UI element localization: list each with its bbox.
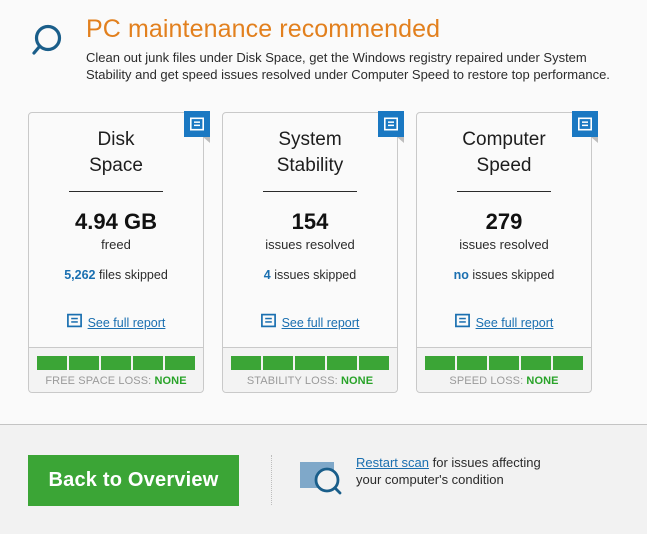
card-skipped-line: 4 issues skipped bbox=[235, 267, 385, 283]
back-to-overview-button[interactable]: Back to Overview bbox=[28, 455, 239, 506]
loss-status: FREE SPACE LOSS: NONE bbox=[37, 375, 195, 387]
report-badge-icon[interactable] bbox=[572, 111, 598, 143]
loss-status: SPEED LOSS: NONE bbox=[425, 375, 583, 387]
card-metric-sublabel: freed bbox=[101, 237, 131, 252]
card-footer: STABILITY LOSS: NONE bbox=[223, 347, 397, 392]
card-metric: 279 bbox=[485, 209, 523, 234]
see-full-report-link[interactable]: See full report bbox=[282, 316, 360, 330]
loss-status-value: NONE bbox=[154, 375, 187, 387]
card-skipped-value: 5,262 bbox=[64, 268, 96, 282]
card-body: Disk Space 4.94 GB freed 5,262 files ski… bbox=[29, 113, 203, 347]
header-text-block: PC maintenance recommended Clean out jun… bbox=[86, 14, 626, 83]
card-skipped-line: no issues skipped bbox=[429, 267, 579, 283]
card-footer: FREE SPACE LOSS: NONE bbox=[29, 347, 203, 392]
card-body: Computer Speed 279 issues resolved no is… bbox=[417, 113, 591, 347]
meter-segment bbox=[133, 356, 163, 370]
card-metric-sublabel: issues resolved bbox=[265, 237, 355, 252]
page-title: PC maintenance recommended bbox=[86, 15, 441, 43]
meter-segment bbox=[165, 356, 195, 370]
card-divider bbox=[263, 191, 357, 192]
vertical-divider bbox=[271, 455, 273, 505]
result-cards: Disk Space 4.94 GB freed 5,262 files ski… bbox=[28, 111, 620, 393]
loss-meter bbox=[231, 356, 389, 370]
loss-status-value: NONE bbox=[526, 375, 559, 387]
loss-status-label: STABILITY LOSS: bbox=[246, 375, 338, 387]
card-skipped-text: files skipped bbox=[98, 268, 168, 282]
loss-meter bbox=[425, 356, 583, 370]
magnifier-icon bbox=[26, 22, 66, 62]
card-skipped-line: 5,262 files skipped bbox=[41, 267, 191, 283]
card-metric: 4.94 GB bbox=[75, 209, 157, 234]
report-badge-icon[interactable] bbox=[184, 111, 210, 143]
card-report-row[interactable]: See full report bbox=[429, 313, 579, 333]
meter-segment bbox=[489, 356, 519, 370]
restart-scan-link[interactable]: Restart scan bbox=[356, 455, 429, 470]
card-metric-sublabel: issues resolved bbox=[459, 237, 549, 252]
card-title: Computer Speed bbox=[462, 129, 546, 176]
meter-segment bbox=[295, 356, 325, 370]
card-disk-space: Disk Space 4.94 GB freed 5,262 files ski… bbox=[28, 111, 210, 393]
see-full-report-link[interactable]: See full report bbox=[88, 316, 166, 330]
meter-segment bbox=[425, 356, 455, 370]
card-body: System Stability 154 issues resolved 4 i… bbox=[223, 113, 397, 347]
card-metric: 154 bbox=[291, 209, 329, 234]
meter-segment bbox=[101, 356, 131, 370]
report-icon bbox=[260, 313, 276, 333]
meter-segment bbox=[457, 356, 487, 370]
report-icon bbox=[454, 313, 470, 333]
card-skipped-text: issues skipped bbox=[472, 268, 555, 282]
page-header: PC maintenance recommended Clean out jun… bbox=[0, 0, 647, 96]
loss-status: STABILITY LOSS: NONE bbox=[231, 375, 389, 387]
meter-segment bbox=[37, 356, 67, 370]
meter-segment bbox=[327, 356, 357, 370]
meter-segment bbox=[521, 356, 551, 370]
loss-status-label: SPEED LOSS: bbox=[449, 375, 524, 387]
card-divider bbox=[69, 191, 163, 192]
restart-scan-block: Restart scan for issues affecting your c… bbox=[296, 452, 546, 500]
loss-meter bbox=[37, 356, 195, 370]
page-description: Clean out junk files under Disk Space, g… bbox=[86, 50, 610, 82]
card-title: Disk Space bbox=[89, 129, 143, 176]
card-report-row[interactable]: See full report bbox=[41, 313, 191, 333]
card-computer-speed: Computer Speed 279 issues resolved no is… bbox=[416, 111, 598, 393]
loss-status-value: NONE bbox=[340, 375, 374, 387]
loss-status-label: FREE SPACE LOSS: bbox=[45, 375, 152, 387]
meter-segment bbox=[69, 356, 99, 370]
card-divider bbox=[457, 191, 551, 192]
screen-scan-icon bbox=[296, 458, 344, 500]
report-badge-icon[interactable] bbox=[378, 111, 404, 143]
card-system-stability: System Stability 154 issues resolved 4 i… bbox=[222, 111, 404, 393]
card-report-row[interactable]: See full report bbox=[235, 313, 385, 333]
card-skipped-value: no bbox=[453, 268, 469, 282]
meter-segment bbox=[359, 356, 389, 370]
card-footer: SPEED LOSS: NONE bbox=[417, 347, 591, 392]
restart-scan-text: Restart scan for issues affecting your c… bbox=[356, 452, 546, 488]
see-full-report-link[interactable]: See full report bbox=[476, 316, 554, 330]
horizontal-divider bbox=[0, 424, 647, 425]
meter-segment bbox=[553, 356, 583, 370]
meter-segment bbox=[263, 356, 293, 370]
card-skipped-text: issues skipped bbox=[274, 268, 357, 282]
meter-segment bbox=[231, 356, 261, 370]
card-title: System Stability bbox=[276, 129, 344, 176]
report-icon bbox=[66, 313, 82, 333]
card-skipped-value: 4 bbox=[263, 268, 271, 282]
